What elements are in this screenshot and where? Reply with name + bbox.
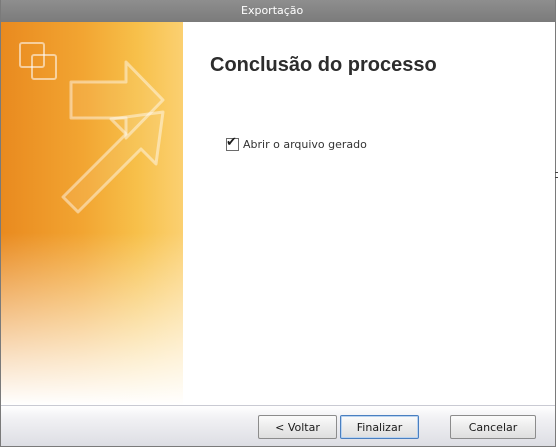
wizard-footer: < Voltar Finalizar Cancelar <box>1 405 555 446</box>
window-title: Exportação <box>241 4 304 17</box>
title-bar[interactable]: Exportação <box>1 0 555 22</box>
page-title: Conclusão do processo <box>210 54 437 76</box>
open-file-label[interactable]: Abrir o arquivo gerado <box>243 138 367 151</box>
cancel-button[interactable]: Cancelar <box>450 415 536 439</box>
finish-button[interactable]: Finalizar <box>340 415 419 439</box>
wizard-side-banner <box>1 22 183 405</box>
open-file-checkbox[interactable]: ✔ <box>226 134 239 151</box>
export-arrow-icon <box>19 42 165 214</box>
export-wizard-window: Exportação Conclusão do processo ✔ Abrir… <box>0 0 556 447</box>
back-button[interactable]: < Voltar <box>258 415 337 439</box>
open-file-option[interactable]: ✔ Abrir o arquivo gerado <box>226 134 367 151</box>
checkmark-icon: ✔ <box>226 134 237 150</box>
